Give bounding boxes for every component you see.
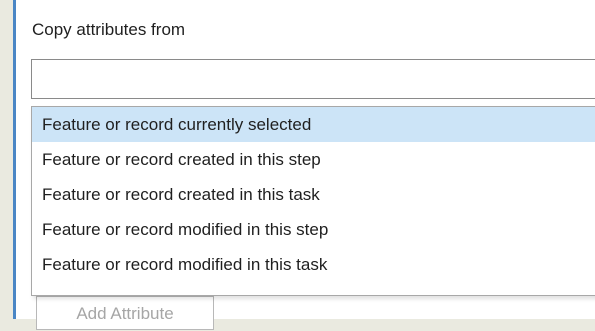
attributes-panel: Copy attributes from Feature or record c… [13,0,595,330]
option-currently-selected[interactable]: Feature or record currently selected [32,107,595,142]
option-modified-in-task[interactable]: Feature or record modified in this task [32,247,595,282]
copy-attributes-label: Copy attributes from [32,20,186,39]
option-modified-in-step[interactable]: Feature or record modified in this step [32,212,595,247]
option-created-in-step[interactable]: Feature or record created in this step [32,142,595,177]
copy-attributes-combobox[interactable] [31,59,595,99]
copy-attributes-dropdown-list: Feature or record currently selected Fea… [31,106,595,296]
option-created-in-task[interactable]: Feature or record created in this task [32,177,595,212]
add-attribute-button[interactable]: Add Attribute [36,296,214,330]
